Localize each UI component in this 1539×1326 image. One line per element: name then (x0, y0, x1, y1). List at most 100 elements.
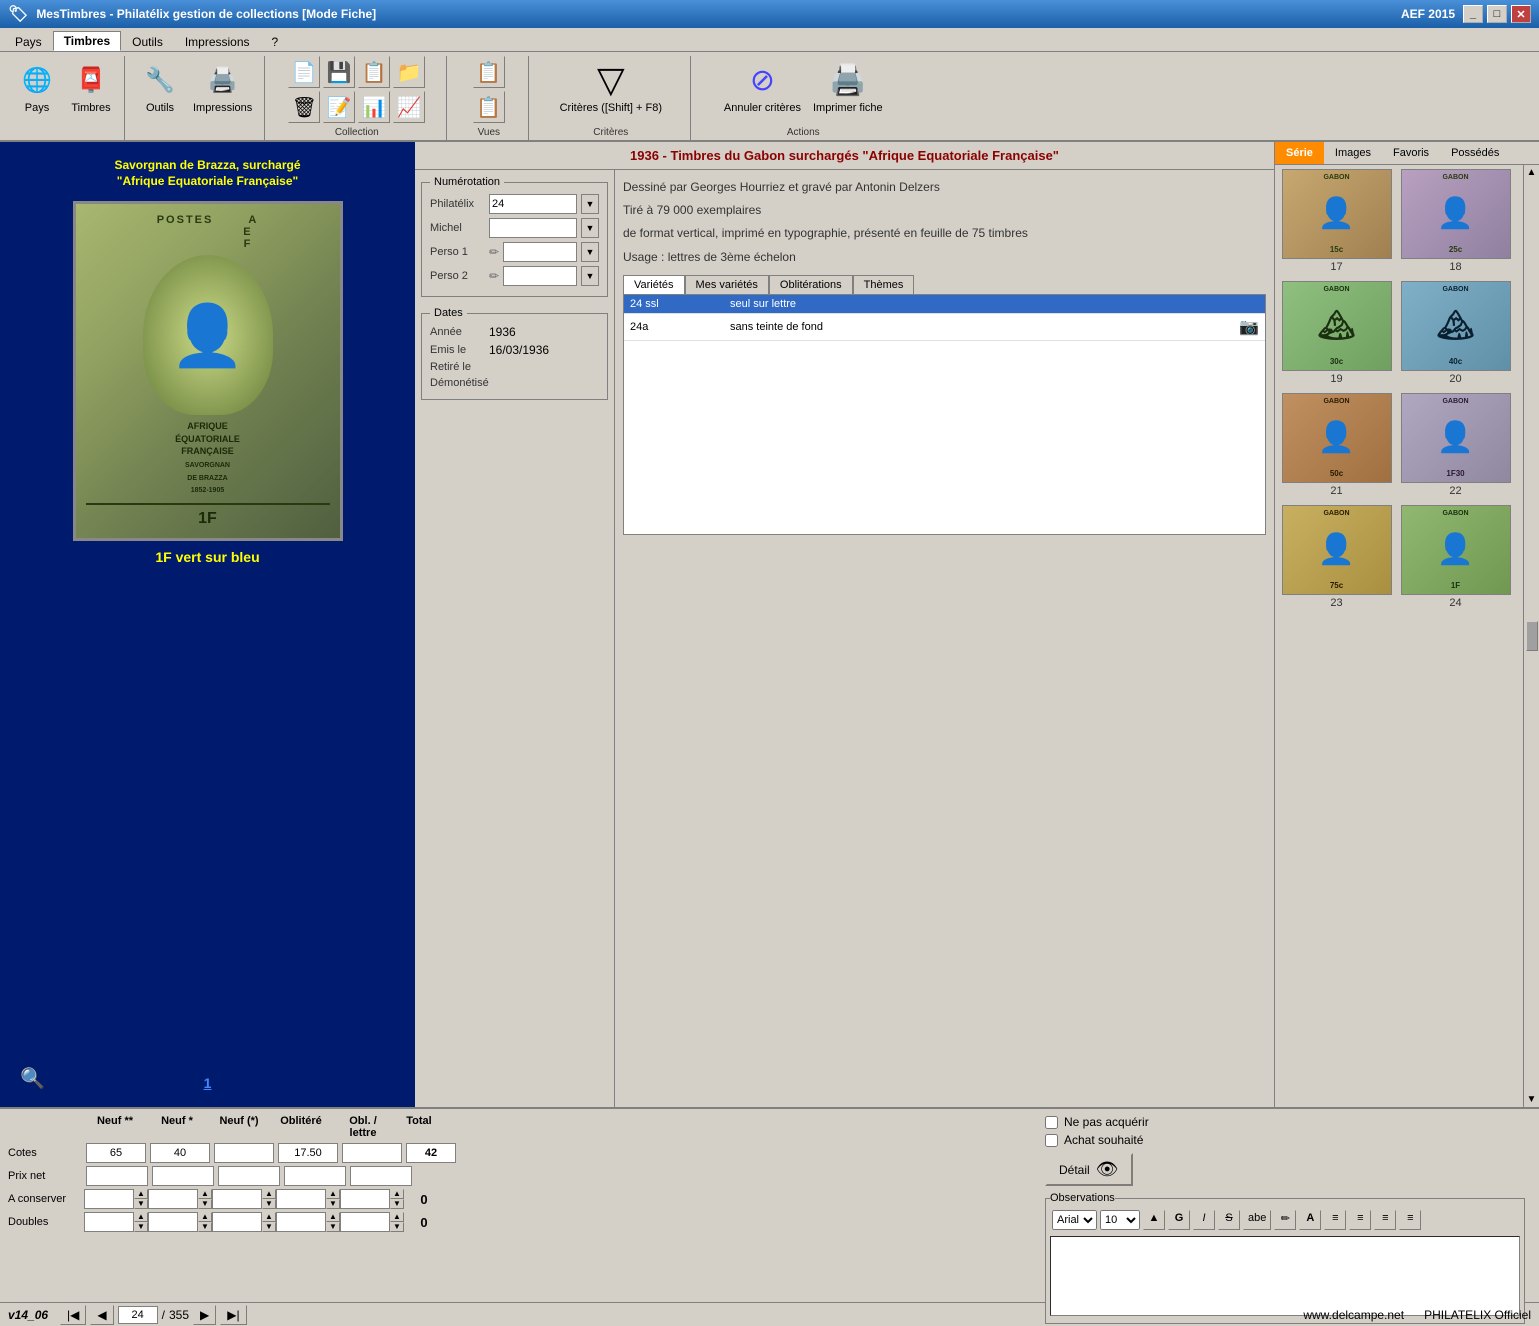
doubles-neuf1-down[interactable]: ▼ (198, 1222, 212, 1232)
achat-souhaite-checkbox[interactable] (1045, 1134, 1058, 1147)
thumb-22[interactable]: GABON 👤 1F30 22 (1398, 393, 1513, 497)
doubles-obllettre-down[interactable]: ▼ (390, 1222, 404, 1232)
obs-align-center-btn[interactable]: ≡ (1349, 1210, 1371, 1230)
imprimer-fiche-button[interactable]: 🖨️ Imprimer fiche (809, 56, 887, 118)
series-scrollbar[interactable]: ▲ ▼ (1523, 165, 1539, 1107)
aconserver-obl-down[interactable]: ▼ (326, 1199, 340, 1209)
aconserver-neuf1-up[interactable]: ▲ (198, 1189, 212, 1199)
michel-dropdown[interactable]: ▼ (581, 218, 599, 238)
toolbar-timbres-button[interactable]: 📮 Timbres (66, 56, 116, 118)
obs-italic-btn[interactable]: I (1193, 1210, 1215, 1230)
obs-align-left-btn[interactable]: ≡ (1324, 1210, 1346, 1230)
perso2-input[interactable] (503, 266, 577, 286)
collection-icon-1[interactable]: 📄 (288, 56, 320, 88)
tab-images[interactable]: Images (1324, 142, 1382, 164)
tab-obliterations[interactable]: Oblitérations (769, 275, 853, 294)
doubles-obllettre[interactable] (340, 1212, 390, 1232)
minimize-button[interactable]: _ (1463, 5, 1483, 23)
variety-row-2[interactable]: 24a sans teinte de fond 📷 (624, 314, 1265, 341)
prixnet-obllettre[interactable] (350, 1166, 412, 1186)
nav-current-input[interactable] (118, 1306, 158, 1324)
doubles-obllettre-up[interactable]: ▲ (390, 1212, 404, 1222)
stamp-zoom-icon[interactable]: 🔍 (20, 1066, 45, 1091)
prixnet-neuf2[interactable] (86, 1166, 148, 1186)
aconserver-neuf0-down[interactable]: ▼ (262, 1199, 276, 1209)
maximize-button[interactable]: □ (1487, 5, 1507, 23)
prixnet-neuf0[interactable] (218, 1166, 280, 1186)
prixnet-oblitere[interactable] (284, 1166, 346, 1186)
perso1-input[interactable] (503, 242, 577, 262)
variety-row-1[interactable]: 24 ssl seul sur lettre (624, 295, 1265, 314)
stamp-nav-number[interactable]: 1 (204, 1075, 212, 1091)
prixnet-neuf1[interactable] (152, 1166, 214, 1186)
obs-size-up-btn[interactable]: ▲ (1143, 1210, 1165, 1230)
aconserver-neuf1-down[interactable]: ▼ (198, 1199, 212, 1209)
aconserver-neuf2[interactable] (84, 1189, 134, 1209)
collection-icon-5[interactable]: 🗑 (288, 91, 320, 123)
aconserver-obllettre-up[interactable]: ▲ (390, 1189, 404, 1199)
obs-font-color-btn[interactable]: A (1299, 1210, 1321, 1230)
doubles-neuf1-up[interactable]: ▲ (198, 1212, 212, 1222)
nav-last-button[interactable]: ▶| (220, 1305, 246, 1325)
obs-align-justify-btn[interactable]: ≡ (1399, 1210, 1421, 1230)
thumb-23[interactable]: GABON 👤 75c 23 (1279, 505, 1394, 609)
doubles-obl-up[interactable]: ▲ (326, 1212, 340, 1222)
thumb-19[interactable]: GABON 🏔 30c 19 (1279, 281, 1394, 385)
tab-possedes[interactable]: Possédés (1440, 142, 1510, 164)
obs-font-select[interactable]: Arial (1052, 1210, 1097, 1230)
scroll-up-btn[interactable]: ▲ (1527, 167, 1537, 178)
collection-icon-3[interactable]: 📋 (358, 56, 390, 88)
menu-timbres[interactable]: Timbres (53, 31, 121, 51)
nav-prev-button[interactable]: ◀ (90, 1305, 113, 1325)
observations-textarea[interactable] (1050, 1236, 1520, 1316)
ne-pas-acquerir-checkbox[interactable] (1045, 1116, 1058, 1129)
doubles-neuf0-up[interactable]: ▲ (262, 1212, 276, 1222)
obs-strikethrough2-btn[interactable]: abe (1243, 1210, 1271, 1230)
collection-icon-6[interactable]: 📝 (323, 91, 355, 123)
menu-pays[interactable]: Pays (4, 32, 53, 51)
criteres-button[interactable]: ▽ Critères ([Shift] + F8) (541, 56, 681, 118)
aconserver-obl[interactable] (276, 1189, 326, 1209)
scroll-down-btn[interactable]: ▼ (1527, 1094, 1537, 1105)
doubles-neuf1[interactable] (148, 1212, 198, 1232)
doubles-neuf2-up[interactable]: ▲ (134, 1212, 148, 1222)
nav-next-button[interactable]: ▶ (193, 1305, 216, 1325)
tab-favoris[interactable]: Favoris (1382, 142, 1440, 164)
collection-icon-2[interactable]: 💾 (323, 56, 355, 88)
doubles-obl[interactable] (276, 1212, 326, 1232)
perso1-dropdown[interactable]: ▼ (581, 242, 599, 262)
obs-align-right-btn[interactable]: ≡ (1374, 1210, 1396, 1230)
menu-impressions[interactable]: Impressions (174, 32, 261, 51)
menu-outils[interactable]: Outils (121, 32, 174, 51)
perso2-edit-icon[interactable]: ✏ (489, 269, 499, 283)
vues-icon-2[interactable]: 📋 (473, 91, 505, 123)
obs-strikethrough-btn[interactable]: S (1218, 1210, 1240, 1230)
scroll-thumb[interactable] (1526, 621, 1538, 651)
toolbar-outils-button[interactable]: 🔧 Outils (135, 56, 185, 118)
michel-input[interactable] (489, 218, 577, 238)
perso2-dropdown[interactable]: ▼ (581, 266, 599, 286)
detail-button[interactable]: Détail 👁 (1045, 1153, 1133, 1186)
perso1-edit-icon[interactable]: ✏ (489, 245, 499, 259)
annuler-criteres-button[interactable]: ⊘ Annuler critères (720, 56, 805, 118)
obs-size-select[interactable]: 10 (1100, 1210, 1140, 1230)
tab-themes[interactable]: Thèmes (853, 275, 915, 294)
collection-icon-8[interactable]: 📈 (393, 91, 425, 123)
philatelix-dropdown[interactable]: ▼ (581, 194, 599, 214)
thumb-18[interactable]: GABON 👤 25c 18 (1398, 169, 1513, 273)
aconserver-neuf0[interactable] (212, 1189, 262, 1209)
toolbar-impressions-button[interactable]: 🖨️ Impressions (189, 56, 256, 118)
thumb-21[interactable]: GABON 👤 50c 21 (1279, 393, 1394, 497)
menu-help[interactable]: ? (261, 32, 290, 51)
thumb-17[interactable]: GABON 👤 15c 17 (1279, 169, 1394, 273)
nav-first-button[interactable]: |◀ (60, 1305, 86, 1325)
aconserver-neuf2-down[interactable]: ▼ (134, 1199, 148, 1209)
doubles-obl-down[interactable]: ▼ (326, 1222, 340, 1232)
vues-icon-1[interactable]: 📋 (473, 56, 505, 88)
obs-color-btn[interactable]: ✏ (1274, 1210, 1296, 1230)
doubles-neuf0[interactable] (212, 1212, 262, 1232)
toolbar-pays-button[interactable]: 🌐 Pays (12, 56, 62, 118)
tab-mes-varietes[interactable]: Mes variétés (685, 275, 769, 294)
tab-varietes[interactable]: Variétés (623, 275, 685, 294)
collection-icon-4[interactable]: 📁 (393, 56, 425, 88)
